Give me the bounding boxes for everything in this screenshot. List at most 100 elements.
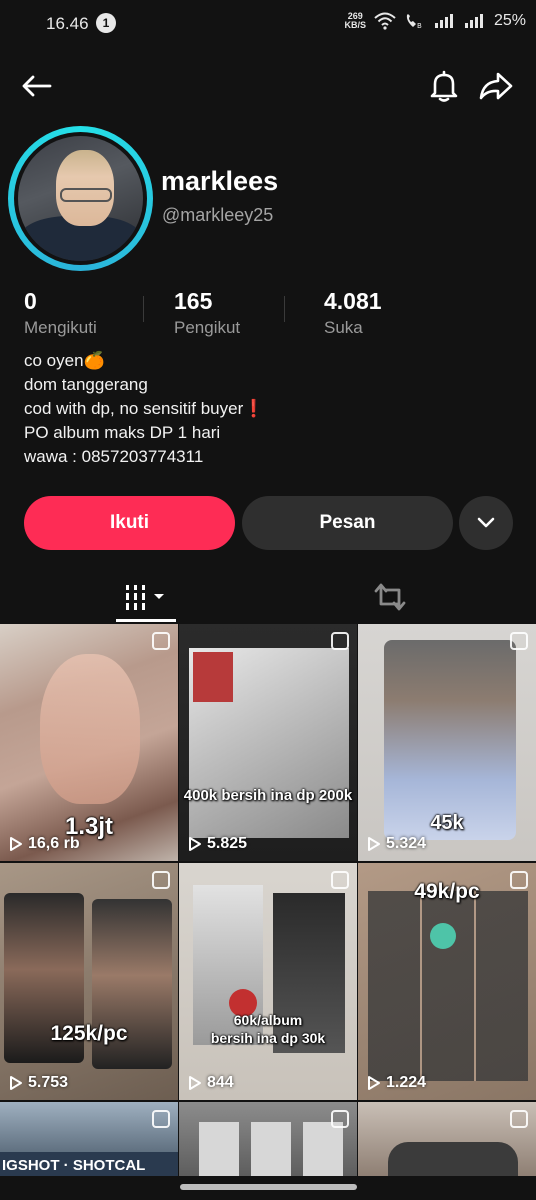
video-views: 1.224 bbox=[367, 1074, 426, 1092]
video-caption: 60k/album bersih ina dp 30k bbox=[179, 1011, 357, 1047]
video-thumbnail-subject bbox=[251, 1122, 291, 1182]
chevron-down-icon bbox=[477, 517, 495, 528]
stat-likes-label: Suka bbox=[324, 318, 363, 337]
video-caption: 125k/pc bbox=[50, 1022, 128, 1045]
profile-display-name: marklees bbox=[161, 166, 279, 196]
back-button[interactable] bbox=[16, 66, 56, 106]
stat-divider bbox=[143, 296, 144, 322]
video-view-count: 5.324 bbox=[386, 835, 427, 852]
tab-videos[interactable] bbox=[116, 572, 176, 622]
video-view-count: 16,6 rb bbox=[28, 835, 80, 852]
home-indicator[interactable] bbox=[180, 1184, 357, 1190]
profile-handle: @markleey25 bbox=[162, 205, 274, 225]
notification-count-badge: 1 bbox=[96, 13, 116, 33]
message-button[interactable]: Pesan bbox=[242, 496, 453, 550]
video-view-count: 844 bbox=[207, 1074, 234, 1091]
status-bar: 16.46 1 269 KB/S B 25% bbox=[0, 0, 536, 48]
video-caption: 49k/pc bbox=[414, 880, 480, 903]
play-icon bbox=[10, 837, 22, 851]
video-caption: 400k bersih ina dp 200k bbox=[183, 787, 353, 804]
video-tile[interactable]: 125k/pc 5.753 bbox=[0, 863, 178, 1100]
bio-line: PO album maks DP 1 hari bbox=[24, 423, 221, 442]
avatar[interactable] bbox=[8, 126, 153, 271]
video-views: 844 bbox=[188, 1074, 234, 1092]
video-thumbnail-subject bbox=[199, 1122, 239, 1182]
video-tile[interactable]: 45k 5.324 bbox=[358, 624, 536, 861]
video-views: 5.753 bbox=[9, 1074, 68, 1092]
arrow-left-icon bbox=[22, 75, 52, 97]
multi-image-icon bbox=[331, 871, 349, 889]
follow-button[interactable]: Ikuti bbox=[24, 496, 235, 550]
video-thumbnail-subject bbox=[40, 654, 140, 804]
active-tab-indicator bbox=[116, 619, 176, 622]
stat-followers-value: 165 bbox=[174, 288, 213, 314]
video-tile[interactable]: 49k/pc 1.224 bbox=[358, 863, 536, 1100]
tab-reposts[interactable] bbox=[360, 572, 420, 622]
stat-divider bbox=[284, 296, 285, 322]
play-icon bbox=[189, 837, 201, 851]
notification-bell-button[interactable] bbox=[424, 66, 464, 106]
video-views: 16,6 rb bbox=[9, 835, 80, 853]
bio-line: co oyen🍊 bbox=[24, 351, 105, 370]
svg-text:B: B bbox=[417, 22, 422, 30]
stat-following[interactable]: 0 Mengikuti bbox=[24, 288, 174, 338]
video-thumbnail-subject bbox=[303, 1122, 343, 1182]
video-view-count: 5.753 bbox=[28, 1074, 69, 1091]
network-speed-unit: KB/S bbox=[344, 20, 366, 30]
video-tile[interactable] bbox=[179, 1102, 357, 1182]
profile-bio: co oyen🍊 dom tanggerang cod with dp, no … bbox=[24, 349, 264, 469]
network-speed: 269 KB/S bbox=[344, 12, 366, 30]
multi-image-icon bbox=[510, 1110, 528, 1128]
video-thumbnail-subject bbox=[430, 923, 456, 949]
status-right: 269 KB/S B 25% bbox=[344, 12, 526, 31]
stat-likes[interactable]: 4.081 Suka bbox=[324, 288, 474, 338]
share-button[interactable] bbox=[476, 66, 516, 106]
play-icon bbox=[189, 1076, 201, 1090]
video-views: 5.324 bbox=[367, 835, 426, 853]
video-view-count: 1.224 bbox=[386, 1074, 427, 1091]
multi-image-icon bbox=[152, 632, 170, 650]
multi-image-icon bbox=[152, 871, 170, 889]
stat-followers[interactable]: 165 Pengikut bbox=[174, 288, 324, 338]
video-caption-line: bersih ina dp 30k bbox=[210, 1030, 326, 1046]
stat-likes-value: 4.081 bbox=[324, 288, 382, 314]
signal-1-icon bbox=[434, 14, 453, 28]
stat-following-value: 0 bbox=[24, 288, 37, 314]
wifi-icon bbox=[374, 12, 396, 30]
video-tile[interactable]: 1.3jt 16,6 rb bbox=[0, 624, 178, 861]
wifi-call-icon: B bbox=[406, 14, 422, 30]
signal-2-icon bbox=[464, 14, 483, 28]
stat-followers-label: Pengikut bbox=[174, 318, 241, 337]
bell-icon bbox=[430, 70, 458, 102]
video-caption: 45k bbox=[430, 812, 464, 834]
multi-image-icon bbox=[510, 632, 528, 650]
video-caption-line: 60k/album bbox=[233, 1012, 303, 1028]
repost-icon bbox=[374, 583, 406, 611]
bio-line: cod with dp, no sensitif buyer❗ bbox=[24, 399, 265, 418]
share-icon bbox=[479, 72, 513, 100]
video-view-count: 5.825 bbox=[207, 835, 248, 852]
profile-stats: 0 Mengikuti 165 Pengikut 4.081 Suka bbox=[24, 288, 474, 338]
multi-image-icon bbox=[331, 1110, 349, 1128]
video-tile[interactable]: 400k bersih ina dp 200k 5.825 bbox=[179, 624, 357, 861]
video-grid: 1.3jt 16,6 rb 400k bersih ina dp 200k 5.… bbox=[0, 624, 536, 1182]
video-tile[interactable] bbox=[358, 1102, 536, 1182]
avatar-frame bbox=[14, 132, 147, 265]
album-banner-text: IGSHOT · SHOTCAL bbox=[2, 1157, 146, 1174]
stat-following-label: Mengikuti bbox=[24, 318, 97, 337]
video-views: 5.825 bbox=[188, 835, 247, 853]
multi-image-icon bbox=[331, 632, 349, 650]
grid-icon bbox=[126, 585, 164, 610]
avatar-photo bbox=[18, 136, 143, 261]
avatar-glasses bbox=[60, 188, 112, 202]
play-icon bbox=[368, 837, 380, 851]
video-tile[interactable]: IGSHOT · SHOTCAL bbox=[0, 1102, 178, 1182]
status-time: 16.46 bbox=[46, 14, 89, 33]
video-tile[interactable]: 60k/album bersih ina dp 30k 844 bbox=[179, 863, 357, 1100]
bio-line: dom tanggerang bbox=[24, 375, 148, 394]
play-icon bbox=[10, 1076, 22, 1090]
multi-image-icon bbox=[152, 1110, 170, 1128]
suggested-accounts-button[interactable] bbox=[459, 496, 513, 550]
battery-level: 25% bbox=[493, 12, 526, 29]
bio-line: wawa : 0857203774311 bbox=[24, 447, 204, 466]
